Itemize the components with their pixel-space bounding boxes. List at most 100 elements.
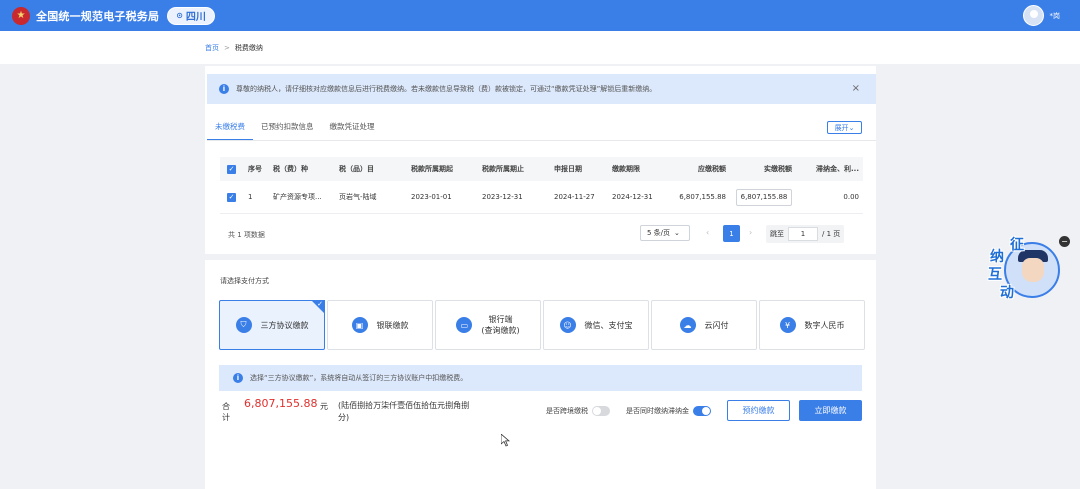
page-jump: 跳至 1 / 1 页 [766, 225, 845, 243]
payment-options: ⛉ 三方协议缴款 ✓ ▣ 银联缴款 ▭ 银行端 (查询缴款) ☺ 微信、支付宝 ☁… [219, 300, 865, 350]
app-title: 全国统一规范电子税务局 [36, 9, 160, 23]
region-selector[interactable]: ⊙ 四川 [167, 6, 215, 25]
payment-option-digital-rmb[interactable]: ¥ 数字人民币 [759, 300, 865, 350]
cross-region-toggle-group: 是否跨境缴税 [546, 406, 610, 416]
tab-unpaid[interactable]: 未缴税费 [207, 117, 253, 141]
column-header: 序号 [248, 165, 262, 173]
late-fee-toggle[interactable] [693, 406, 711, 416]
row-declare-date: 2024-11-27 [554, 193, 595, 201]
total-records: 共 1 项数据 [228, 231, 265, 239]
row-late-fee: 0.00 [843, 193, 859, 201]
payment-option-label: 数字人民币 [804, 320, 845, 330]
column-header: 应缴税额 [698, 165, 726, 173]
breadcrumb-home[interactable]: 首页 [205, 43, 219, 53]
page-number[interactable]: 1 [723, 225, 740, 242]
chevron-down-icon: ⌄ [848, 123, 855, 132]
chevron-down-icon: ⌄ [674, 229, 680, 237]
jump-input[interactable]: 1 [788, 227, 818, 241]
payment-option-label: 三方协议缴款 [260, 320, 309, 330]
payment-option-tripartite[interactable]: ⛉ 三方协议缴款 ✓ [219, 300, 325, 350]
row-checkbox[interactable]: ✓ [220, 192, 244, 202]
schedule-payment-button[interactable]: 预约缴款 [727, 400, 790, 421]
expand-label: 展开 [834, 123, 849, 132]
row-due-amount: 6,807,155.88 [679, 193, 726, 201]
payment-option-label: 云闪付 [704, 320, 729, 330]
row-deadline: 2024-12-31 [612, 193, 653, 201]
tax-emblem-icon: ★ [12, 6, 30, 25]
cross-region-toggle[interactable] [592, 406, 610, 416]
total-amount-words: (陆佰捌拾万柒仟壹佰伍拾伍元捌角捌分) [338, 401, 470, 422]
page-size-select[interactable]: 5 条/页 ⌄ [640, 225, 690, 241]
payment-option-cloud-pay[interactable]: ☁ 云闪付 [651, 300, 757, 350]
column-header: 实缴税额 [764, 165, 792, 173]
payment-tip-text: 选择“三方协议缴款”，系统将自动从签订的三方协议账户中扣缴税费。 [250, 374, 468, 382]
user-menu[interactable]: *岗 [1022, 5, 1061, 26]
shield-icon: ⛉ [235, 317, 252, 333]
digital-rmb-icon: ¥ [779, 317, 796, 333]
region-label: 四川 [185, 12, 206, 23]
payment-option-label: 银行端 (查询缴款) [481, 314, 519, 336]
payment-title: 请选择支付方式 [220, 277, 269, 285]
expand-button[interactable]: 展开 ⌄ [827, 121, 862, 134]
column-header: 税款所属期止 [482, 165, 524, 173]
row-period-start: 2023-01-01 [411, 193, 452, 201]
row-paid-amount-cell: 6,807,155.88 [732, 188, 798, 206]
breadcrumb-separator: > [224, 43, 230, 52]
payment-option-label-line1: 银行端 [488, 315, 513, 324]
row-period-end: 2023-12-31 [482, 193, 523, 201]
total-pages: / 1 页 [822, 230, 841, 238]
breadcrumb-current: 税费缴纳 [234, 43, 263, 52]
tax-table: ✓ 序号 税（费）种 税（品）目 税款所属期起 税款所属期止 申报日期 缴款期限… [220, 157, 863, 214]
unionpay-icon: ▣ [351, 317, 368, 333]
payment-tip: i 选择“三方协议缴款”，系统将自动从签订的三方协议账户中扣缴税费。 [219, 365, 862, 391]
bank-card-icon: ▭ [456, 317, 473, 333]
check-icon: ✓ [317, 300, 323, 308]
select-all-checkbox[interactable]: ✓ [220, 164, 244, 174]
payment-option-wechat-alipay[interactable]: ☺ 微信、支付宝 [543, 300, 649, 350]
avatar[interactable] [1022, 5, 1044, 26]
close-icon[interactable]: − [1059, 236, 1070, 247]
total-unit: 元 [320, 402, 328, 411]
jump-label: 跳至 [770, 230, 784, 238]
payment-option-bank[interactable]: ▭ 银行端 (查询缴款) [435, 300, 541, 350]
column-header: 申报日期 [554, 165, 582, 173]
helper-char: 纳 [990, 249, 1004, 265]
payment-option-label: 微信、支付宝 [584, 320, 633, 330]
column-header: 税（费）种 [273, 165, 308, 173]
column-header: 滞纳金、利... [816, 165, 859, 173]
tab-scheduled[interactable]: 已预约扣款信息 [253, 117, 322, 141]
wechat-alipay-icon: ☺ [559, 317, 576, 333]
total-label: 合计 [222, 402, 230, 422]
user-name: *岗 [1049, 11, 1061, 20]
checkbox-checked-icon: ✓ [227, 164, 236, 174]
notice-text: 尊敬的纳税人，请仔细核对应缴款信息后进行税费缴纳。若未缴款信息导致税（费）款被锁… [236, 85, 657, 93]
tab-voucher[interactable]: 缴款凭证处理 [322, 117, 383, 141]
column-header: 税（品）目 [339, 165, 374, 173]
interaction-helper-widget[interactable]: 征 纳 互 动 − [982, 234, 1070, 304]
table-row: ✓ 1 矿产资源专项... 页岩气-陆域 2023-01-01 2023-12-… [220, 181, 863, 214]
payment-option-unionpay[interactable]: ▣ 银联缴款 [327, 300, 433, 350]
late-fee-toggle-group: 是否同时缴纳滞纳金 [626, 406, 711, 416]
close-icon[interactable]: × [852, 83, 860, 94]
pagination: 共 1 项数据 5 条/页 ⌄ ‹ 1 › 跳至 1 / 1 页 [220, 224, 863, 244]
table-header: ✓ 序号 税（费）种 税（品）目 税款所属期起 税款所属期止 申报日期 缴款期限… [220, 157, 863, 181]
helper-char: 互 [988, 267, 1002, 283]
top-navbar: ★ 全国统一规范电子税务局 ⊙ 四川 *岗 [0, 0, 1080, 31]
page-size-value: 5 条/页 [647, 229, 671, 237]
paid-amount-input[interactable]: 6,807,155.88 [736, 188, 792, 206]
row-tax-type: 矿产资源专项... [273, 193, 322, 201]
pay-now-button[interactable]: 立即缴款 [799, 400, 862, 421]
column-header: 缴款期限 [612, 165, 640, 173]
row-tax-item: 页岩气-陆域 [339, 193, 377, 201]
checkbox-checked-icon: ✓ [227, 192, 236, 202]
cross-region-label: 是否跨境缴税 [546, 407, 588, 415]
total-amount: 6,807,155.88 [244, 397, 318, 410]
prev-page-icon[interactable]: ‹ [706, 228, 709, 237]
helper-char: 动 [1000, 285, 1014, 301]
row-index: 1 [248, 193, 253, 201]
payment-option-label-line2: (查询缴款) [481, 326, 520, 335]
late-fee-label: 是否同时缴纳滞纳金 [626, 407, 689, 415]
tab-bar: 未缴税费 已预约扣款信息 缴款凭证处理 [207, 117, 383, 141]
next-page-icon[interactable]: › [749, 228, 752, 237]
info-icon: i [233, 373, 243, 383]
